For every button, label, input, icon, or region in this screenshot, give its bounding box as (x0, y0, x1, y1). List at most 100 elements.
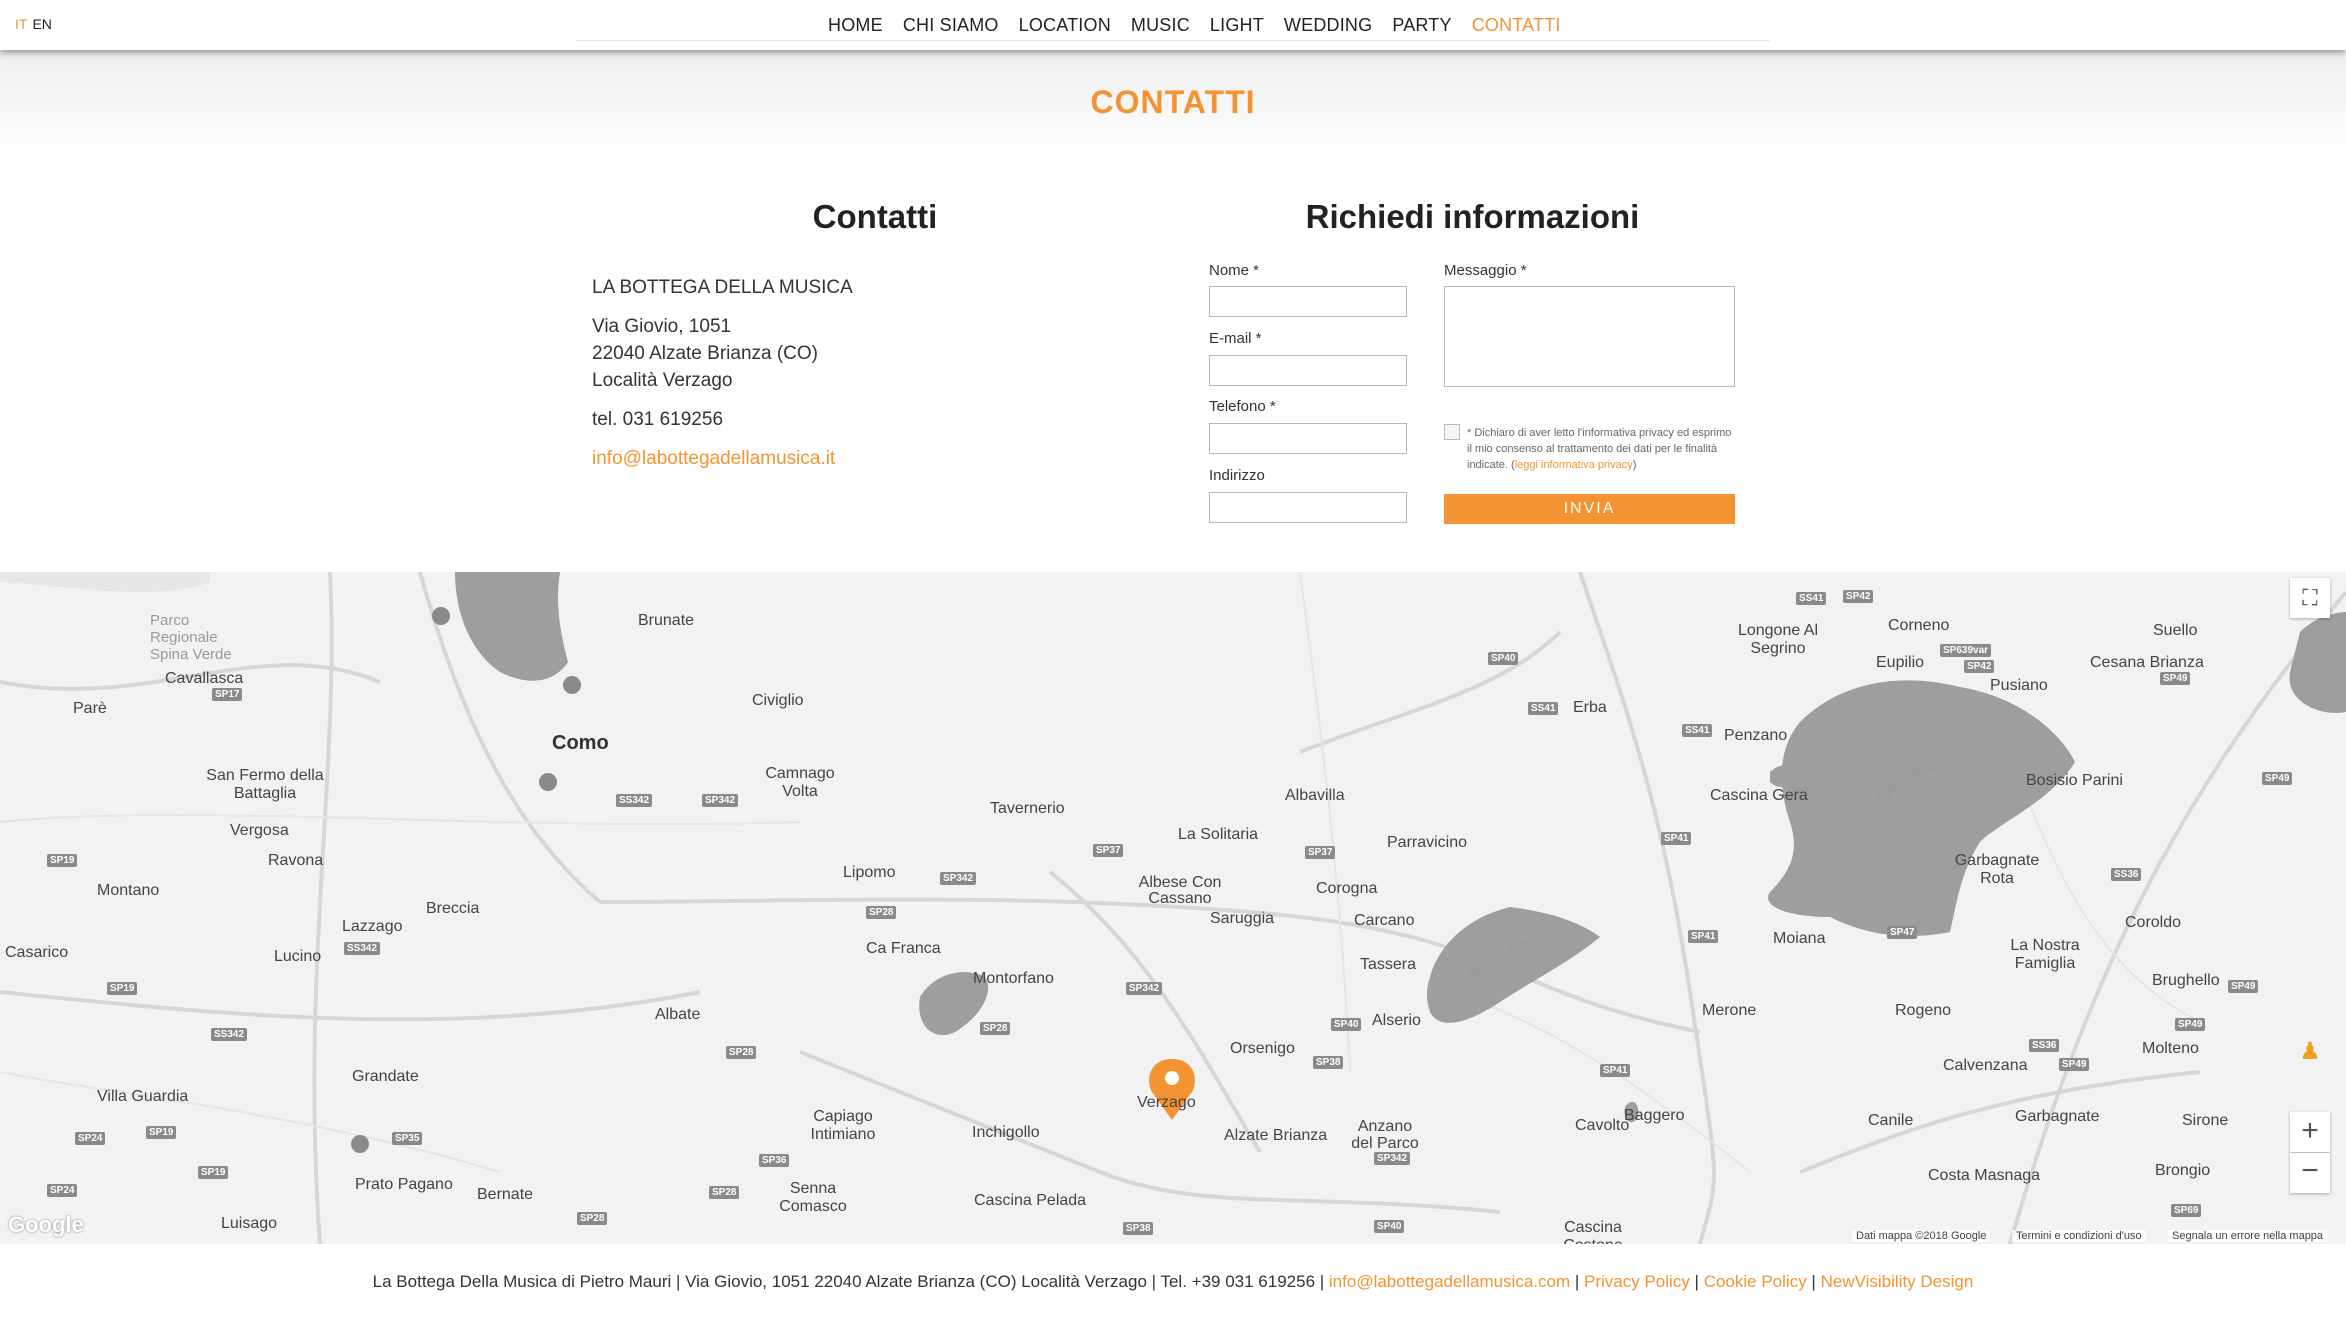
map-label-penzano: Penzano (1724, 727, 1788, 744)
road-badge: SP342 (1126, 982, 1163, 995)
map-label-san-fermo: San Fermo della Battaglia (206, 767, 324, 802)
map-label-bernate: Bernate (477, 1186, 534, 1203)
message-textarea[interactable] (1444, 286, 1735, 387)
map-label-montano: Montano (97, 882, 160, 899)
map-label-brongio: Brongio (2155, 1162, 2211, 1179)
map-label-carcano: Carcano (1354, 912, 1415, 929)
footer-cookie-link[interactable]: Cookie Policy (1704, 1272, 1807, 1291)
road-badge: SP41 (1661, 832, 1692, 845)
address-label: Indirizzo (1209, 467, 1265, 484)
road-badge: SP28 (726, 1046, 757, 1059)
nav-underline (575, 40, 1770, 41)
nav-light[interactable]: LIGHT (1210, 15, 1264, 36)
lang-en-link[interactable]: EN (32, 16, 51, 32)
privacy-link[interactable]: leggi informativa privacy (1515, 459, 1633, 471)
nav-music[interactable]: MUSIC (1131, 15, 1190, 36)
privacy-checkbox[interactable] (1444, 424, 1460, 440)
map-label-sirone: Sirone (2182, 1112, 2229, 1129)
map-label-casarico: Casarico (5, 944, 69, 961)
google-logo[interactable]: Google (8, 1212, 84, 1238)
phone-label: Telefono * (1209, 398, 1276, 415)
road-badge: SP49 (2175, 1018, 2206, 1031)
map-label-garbagnate-rota: Garbagnate Rota (1954, 852, 2040, 887)
message-label: Messaggio * (1444, 262, 1527, 279)
map-label-pusiano: Pusiano (1990, 677, 2048, 694)
road-badge: SP40 (1488, 652, 1519, 665)
road-badge: SP42 (1964, 660, 1995, 673)
map-label-cascina-costone: Cascina Costone (1563, 1219, 1623, 1244)
name-input[interactable] (1209, 286, 1407, 317)
map-label-lazzago: Lazzago (342, 918, 403, 935)
map-label-ca-franca: Ca Franca (866, 940, 941, 957)
road-badge: SP41 (1600, 1064, 1631, 1077)
road-badge: SP19 (107, 982, 138, 995)
lang-it-link[interactable]: IT (15, 16, 27, 32)
road-badge: SP38 (1313, 1056, 1344, 1069)
map-label-saruggia: Saruggia (1210, 910, 1275, 927)
nav-home[interactable]: HOME (828, 15, 883, 36)
map-terms-link[interactable]: Termini e condizioni d'uso (2012, 1230, 2146, 1242)
road-badge: SP19 (146, 1126, 177, 1139)
road-badge: SP17 (212, 688, 243, 701)
street-view-pegman-icon[interactable]: ♟ (2290, 1032, 2330, 1072)
road-badge: SP49 (2262, 772, 2293, 785)
map-label-anzano: Anzano del Parco (1351, 1118, 1419, 1152)
map-label-alserio: Alserio (1372, 1012, 1421, 1029)
map-label-baggero: Baggero (1624, 1107, 1685, 1124)
zoom-in-button[interactable]: + (2290, 1112, 2330, 1152)
address-input[interactable] (1209, 492, 1407, 523)
footer-email-link[interactable]: info@labottegadellamusica.com (1329, 1272, 1570, 1291)
email-input[interactable] (1209, 355, 1407, 386)
road-badge: SS36 (2029, 1039, 2060, 1052)
phone-input[interactable] (1209, 423, 1407, 454)
map-label-calvenzana: Calvenzana (1943, 1057, 2028, 1074)
nav-wedding[interactable]: WEDDING (1284, 15, 1372, 36)
map-label-brunate: Brunate (638, 612, 695, 629)
map-report-link[interactable]: Segnala un errore nella mappa (2168, 1230, 2328, 1242)
map-label-orsenigo: Orsenigo (1230, 1040, 1295, 1057)
map-label-inchigollo: Inchigollo (972, 1124, 1040, 1141)
zoom-out-button[interactable]: − (2290, 1153, 2330, 1193)
nav-contatti[interactable]: CONTATTI (1472, 15, 1561, 36)
map-label-rogeno: Rogeno (1895, 1002, 1952, 1019)
nav-chi-siamo[interactable]: CHI SIAMO (903, 15, 999, 36)
page-footer: La Bottega Della Musica di Pietro Mauri … (0, 1244, 2346, 1320)
email-link[interactable]: info@labottegadellamusica.it (592, 448, 835, 469)
email-label: E-mail * (1209, 330, 1262, 347)
map-label-capiago: Capiago Intimiano (810, 1108, 876, 1143)
road-badge: SP42 (1843, 590, 1874, 603)
form-heading: Richiedi informazioni (1305, 198, 1640, 235)
map-label-cavolto: Cavolto (1575, 1117, 1630, 1134)
map-label-como: Como (552, 732, 609, 754)
road-badge: SP342 (1374, 1152, 1411, 1165)
map-label-erba: Erba (1573, 699, 1607, 716)
road-badge: SS342 (616, 794, 653, 807)
page-title: CONTATTI (1090, 84, 1256, 120)
map-label-civiglio: Civiglio (752, 692, 804, 709)
map-label-suello: Suello (2153, 622, 2198, 639)
map-label-ravona: Ravona (268, 852, 324, 869)
footer-privacy-link[interactable]: Privacy Policy (1584, 1272, 1690, 1291)
road-badge: SP28 (980, 1022, 1011, 1035)
fullscreen-icon[interactable]: ⛶ (2290, 578, 2330, 618)
road-badge: SP38 (1123, 1222, 1154, 1235)
address-locality: Località Verzago (592, 370, 733, 391)
map-label-breccia: Breccia (426, 900, 480, 917)
map-label-canile: Canile (1868, 1112, 1914, 1129)
nav-location[interactable]: LOCATION (1019, 15, 1111, 36)
footer-design-link[interactable]: NewVisibility Design (1821, 1272, 1974, 1291)
nav-party[interactable]: PARTY (1392, 15, 1451, 36)
map-label-coroldo: Coroldo (2125, 914, 2182, 931)
road-badge: SP36 (759, 1154, 790, 1167)
map-label-longone: Longone Al Segrino (1737, 622, 1819, 657)
contact-info: LA BOTTEGA DELLA MUSICA Via Giovio, 1051… (592, 274, 853, 484)
submit-button[interactable]: INVIA (1444, 494, 1735, 524)
map-label-senna-comasco: Senna Comasco (779, 1180, 847, 1215)
google-map[interactable]: Parco Regionale Spina Verde Brunate Como C… (0, 572, 2346, 1244)
road-badge: SS342 (344, 942, 381, 955)
road-badge: SS342 (211, 1028, 248, 1041)
lake-annone-shape (2289, 612, 2346, 713)
road-badge: SP28 (709, 1186, 740, 1199)
road-badge: SP639var (1940, 644, 1992, 657)
footer-company-text: La Bottega Della Musica di Pietro Mauri … (372, 1272, 1325, 1291)
